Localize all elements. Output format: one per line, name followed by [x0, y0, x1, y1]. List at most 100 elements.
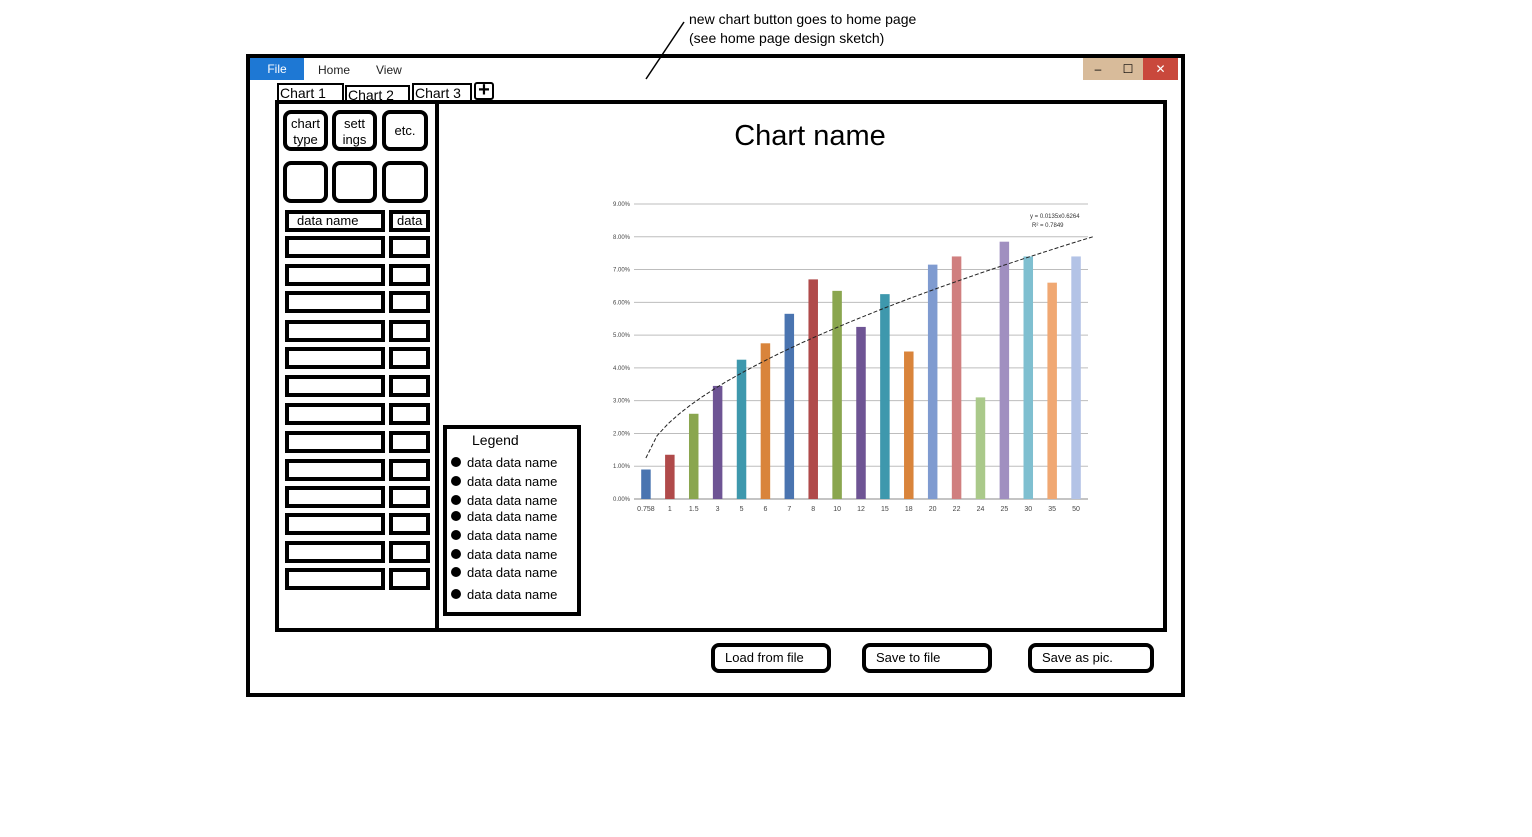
design-annotation: new chart button goes to home page (see …	[689, 10, 916, 48]
menu-file[interactable]: File	[250, 58, 304, 80]
data-value-field[interactable]	[389, 403, 430, 425]
x-tick-label: 20	[929, 506, 937, 513]
maximize-button[interactable]: ☐	[1113, 58, 1143, 80]
legend-item-label: data data name	[467, 528, 558, 543]
sidebar-button-empty-3[interactable]	[382, 161, 428, 203]
bar	[832, 290, 842, 499]
legend-bullet-icon	[451, 589, 461, 599]
data-value-field[interactable]	[389, 513, 430, 535]
etc-button[interactable]: etc.	[382, 110, 428, 151]
annotation-line-2: (see home page design sketch)	[689, 30, 885, 46]
menu-home[interactable]: Home	[318, 58, 350, 80]
legend-item-label: data data name	[467, 565, 558, 580]
x-tick-label: 1	[668, 506, 672, 513]
x-tick-label: 3	[716, 506, 720, 513]
data-name-field[interactable]	[285, 347, 385, 369]
x-tick-label: 0.758	[637, 506, 655, 513]
minimize-button[interactable]: –	[1083, 58, 1113, 80]
data-name-field[interactable]	[285, 431, 385, 453]
x-tick-label: 24	[977, 506, 985, 513]
x-tick-label: 5	[740, 506, 744, 513]
data-name-field[interactable]	[285, 486, 385, 508]
chart-type-button[interactable]: chart type	[283, 110, 328, 151]
x-tick-label: 18	[905, 506, 913, 513]
data-value-field[interactable]	[389, 431, 430, 453]
legend-title: Legend	[472, 432, 519, 448]
close-button[interactable]: ✕	[1143, 58, 1178, 80]
x-tick-label: 6	[763, 506, 767, 513]
legend-item-label: data data name	[467, 547, 558, 562]
settings-label-line-2: ings	[342, 132, 367, 147]
settings-button[interactable]: sett ings	[332, 110, 377, 151]
trendline-equation: y = 0.0135x0.6264	[1030, 214, 1080, 220]
y-tick-label: 4.00%	[613, 366, 631, 372]
chart-type-label-line-2: type	[293, 132, 318, 147]
save-as-pic-button[interactable]: Save as pic.	[1028, 643, 1154, 673]
save-to-file-button[interactable]: Save to file	[862, 643, 992, 673]
tab-chart-3[interactable]: Chart 3	[412, 83, 472, 101]
menu-view[interactable]: View	[376, 58, 402, 80]
annotation-line-1: new chart button goes to home page	[689, 11, 917, 27]
data-name-field[interactable]	[285, 403, 385, 425]
data-value-field[interactable]	[389, 264, 430, 286]
y-tick-label: 7.00%	[613, 268, 631, 274]
x-tick-label: 50	[1072, 506, 1080, 513]
bar	[784, 313, 795, 499]
data-name-field[interactable]	[285, 541, 385, 563]
etc-label: etc.	[394, 123, 416, 138]
tab-chart-1[interactable]: Chart 1	[277, 83, 344, 101]
data-value-field[interactable]	[389, 320, 430, 342]
data-value-field[interactable]	[389, 541, 430, 563]
new-chart-button[interactable]: +	[474, 80, 494, 100]
load-from-file-button[interactable]: Load from file	[711, 643, 831, 673]
bar	[951, 256, 962, 499]
data-name-field[interactable]	[285, 320, 385, 342]
tab-chart-2[interactable]: Chart 2	[345, 85, 410, 103]
legend-item-label: data data name	[467, 509, 558, 524]
legend-item-label: data data name	[467, 587, 558, 602]
legend-item-label: data data name	[467, 493, 558, 508]
bar	[712, 385, 723, 499]
bar	[665, 454, 675, 499]
settings-label-line-1: sett	[344, 116, 365, 131]
data-name-field[interactable]	[285, 513, 385, 535]
legend-bullet-icon	[451, 530, 461, 540]
bar	[808, 279, 818, 499]
trendline-r-squared: R² = 0.7849	[1032, 223, 1064, 229]
sidebar-button-empty-2[interactable]	[332, 161, 377, 203]
bar-chart: 0.00% 1.00% 2.00% 3.00% 4.00% 5.00% 6.00% 7.00%…	[613, 202, 1093, 513]
bar	[856, 326, 866, 499]
y-tick-label: 1.00%	[613, 464, 631, 470]
data-name-field[interactable]	[285, 459, 385, 481]
bar	[688, 413, 699, 499]
x-tick-label: 10	[833, 506, 841, 513]
y-tick-label: 8.00%	[613, 235, 631, 241]
legend-bullet-icon	[451, 495, 461, 505]
bar	[641, 469, 651, 499]
x-tick-label: 7	[787, 506, 791, 513]
y-tick-label: 6.00%	[613, 300, 631, 306]
data-header: data	[389, 210, 430, 232]
bar	[880, 294, 890, 499]
data-name-field[interactable]	[285, 291, 385, 313]
data-name-field[interactable]	[285, 264, 385, 286]
data-value-field[interactable]	[389, 568, 430, 590]
data-value-field[interactable]	[389, 291, 430, 313]
data-name-field[interactable]	[285, 568, 385, 590]
x-tick-label: 1.5	[689, 506, 699, 513]
data-name-field[interactable]	[285, 236, 385, 258]
data-value-field[interactable]	[389, 375, 430, 397]
chart-title: Chart name	[734, 120, 886, 152]
bar	[904, 351, 914, 499]
data-name-field[interactable]	[285, 375, 385, 397]
sidebar-button-empty-1[interactable]	[283, 161, 328, 203]
data-value-field[interactable]	[389, 347, 430, 369]
data-value-field[interactable]	[389, 236, 430, 258]
data-value-field[interactable]	[389, 486, 430, 508]
legend-bullet-icon	[451, 511, 461, 521]
y-tick-label: 2.00%	[613, 431, 631, 437]
data-value-field[interactable]	[389, 459, 430, 481]
bar	[760, 343, 771, 499]
legend-bullet-icon	[451, 476, 461, 486]
bar	[999, 241, 1010, 499]
